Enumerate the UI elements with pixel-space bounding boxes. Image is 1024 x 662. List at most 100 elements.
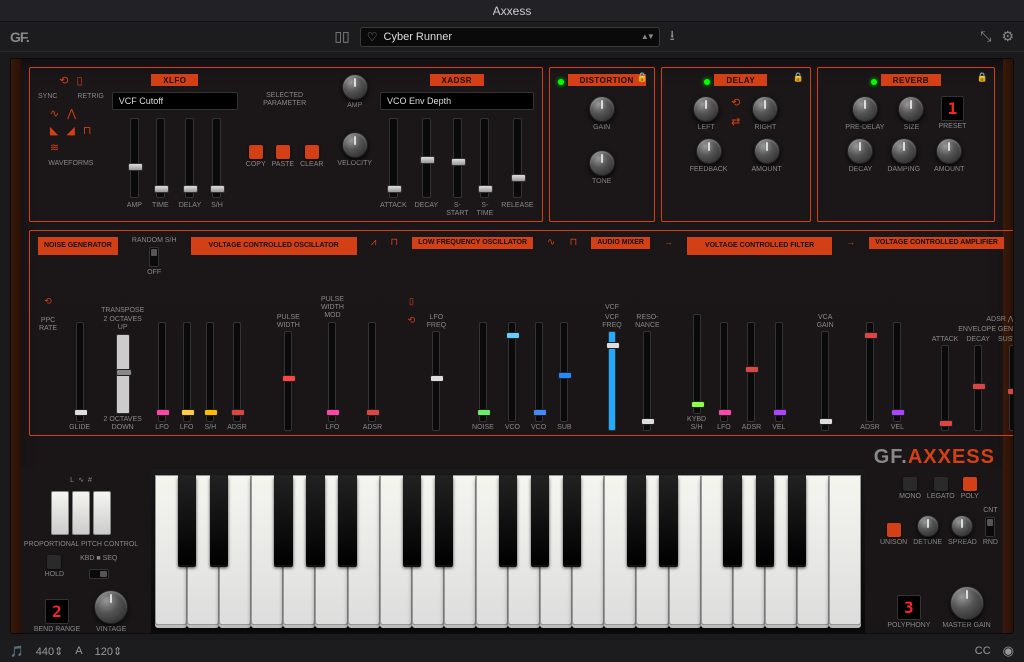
sync-icon[interactable]: ⟲ <box>731 96 740 109</box>
black-key[interactable] <box>788 475 806 565</box>
delay-right-knob[interactable] <box>752 96 778 122</box>
black-key[interactable] <box>306 475 324 565</box>
link-icon[interactable]: ⇄ <box>731 115 740 128</box>
mix-sub-slider[interactable] <box>560 322 568 422</box>
tri-wave-icon[interactable]: ⋀ <box>67 107 76 120</box>
adsr-attack-slider[interactable] <box>941 345 949 431</box>
reverb-damping-knob[interactable] <box>891 138 917 164</box>
kbd-seq-switch[interactable] <box>89 569 109 579</box>
master-gain-knob[interactable] <box>950 586 984 620</box>
black-key[interactable] <box>531 475 549 565</box>
delay-feedback-knob[interactable] <box>696 138 722 164</box>
xadsr-display[interactable]: VCO Env Depth <box>380 92 534 110</box>
mono-button[interactable] <box>903 477 917 491</box>
delay-amount-knob[interactable] <box>754 138 780 164</box>
fine-tune-value[interactable]: 120⇕ <box>95 645 123 658</box>
reverb-size-knob[interactable] <box>898 96 924 122</box>
sync-icon[interactable]: ⟲ <box>59 74 68 87</box>
transpose-slider[interactable] <box>116 334 130 414</box>
vcf-reso-slider[interactable] <box>643 331 651 431</box>
collapse-icon[interactable]: ⤡ <box>980 28 991 45</box>
prev-preset-icon[interactable]: ▯▯ <box>334 28 349 45</box>
lock-icon[interactable]: 🔒 <box>793 72 804 83</box>
tuning-value[interactable]: 440⇕ <box>36 645 64 658</box>
vcf-kybd-slider[interactable] <box>693 314 701 414</box>
piano-keyboard[interactable] <box>155 475 861 625</box>
mix-vco2-slider[interactable] <box>535 322 543 422</box>
reverb-predelay-knob[interactable] <box>852 96 878 122</box>
black-key[interactable] <box>274 475 292 565</box>
sine-wave-icon[interactable]: ∿ <box>50 107 59 120</box>
vca-gain-slider[interactable] <box>821 331 829 431</box>
black-key[interactable] <box>499 475 517 565</box>
vca-adsr-slider[interactable] <box>866 322 874 422</box>
white-key[interactable] <box>829 475 861 625</box>
paste-button[interactable] <box>276 145 290 159</box>
black-key[interactable] <box>435 475 453 565</box>
reverb-amount-knob[interactable] <box>936 138 962 164</box>
xadsr-attack-slider[interactable] <box>389 118 398 198</box>
dist-tone-knob[interactable] <box>589 150 615 176</box>
midi-icon[interactable]: ◉ <box>1003 643 1014 659</box>
ppc-sharp-button[interactable] <box>93 491 111 535</box>
poly-button[interactable] <box>963 477 977 491</box>
vco-adsr-slider[interactable] <box>233 322 241 422</box>
midi-cc-label[interactable]: CC <box>975 645 991 657</box>
lock-icon[interactable]: 🔒 <box>637 72 648 83</box>
square-icon[interactable]: ⊓ <box>390 237 398 248</box>
xadsr-vel-knob[interactable] <box>342 132 368 158</box>
saw-icon[interactable]: ⩘ <box>371 237 377 248</box>
vco-lfo1-slider[interactable] <box>158 322 166 422</box>
polyphony-display[interactable]: 3 <box>897 595 921 620</box>
preset-selector[interactable]: ♡ Cyber Runner ▲▼ <box>360 27 660 47</box>
black-key[interactable] <box>403 475 421 565</box>
xadsr-release-slider[interactable] <box>513 118 522 198</box>
black-key[interactable] <box>210 475 228 565</box>
favorite-icon[interactable]: ♡ <box>367 30 378 44</box>
xlfo-display[interactable]: VCF Cutoff <box>112 92 238 110</box>
black-key[interactable] <box>627 475 645 565</box>
vintage-knob[interactable] <box>94 590 128 624</box>
xlfo-delay-slider[interactable] <box>185 118 194 198</box>
pwm-adsr-slider[interactable] <box>368 322 376 422</box>
hold-button[interactable] <box>47 555 61 569</box>
adsr-sustain-slider[interactable] <box>1009 345 1014 431</box>
vcf-vel-slider[interactable] <box>775 322 783 422</box>
clear-button[interactable] <box>305 145 319 159</box>
xadsr-sstart-slider[interactable] <box>453 118 462 198</box>
adsr-decay-slider[interactable] <box>974 345 982 431</box>
square-wave-icon[interactable]: ⊓ <box>83 124 92 137</box>
xlfo-sh-slider[interactable] <box>212 118 221 198</box>
vcf-freq-slider[interactable] <box>608 331 616 431</box>
ppc-vibrato-button[interactable] <box>72 491 90 535</box>
mix-vco1-slider[interactable] <box>508 322 516 422</box>
xadsr-amp-knob[interactable] <box>342 74 368 100</box>
vcf-lfo-slider[interactable] <box>720 322 728 422</box>
download-icon[interactable]: ⭳ <box>670 25 675 49</box>
ppc-flat-button[interactable] <box>51 491 69 535</box>
unison-button[interactable] <box>887 523 901 537</box>
glide-slider[interactable] <box>76 322 84 422</box>
spread-knob[interactable] <box>951 515 973 537</box>
black-key[interactable] <box>723 475 741 565</box>
lock-icon[interactable]: 🔒 <box>977 72 988 83</box>
xlfo-amp-slider[interactable] <box>130 118 139 198</box>
bend-range-display[interactable]: 2 <box>45 599 69 624</box>
lfo-freq-slider[interactable] <box>432 331 440 431</box>
cnt-rnd-switch[interactable] <box>985 517 995 537</box>
delay-left-knob[interactable] <box>693 96 719 122</box>
pwm-lfo-slider[interactable] <box>328 322 336 422</box>
xadsr-stime-slider[interactable] <box>480 118 489 198</box>
black-key[interactable] <box>659 475 677 565</box>
noise-wave-icon[interactable]: ≋ <box>50 141 59 154</box>
black-key[interactable] <box>178 475 196 565</box>
black-key[interactable] <box>563 475 581 565</box>
vco-lfo2-slider[interactable] <box>183 322 191 422</box>
random-switch[interactable] <box>149 247 159 267</box>
detune-knob[interactable] <box>917 515 939 537</box>
vca-vel-slider[interactable] <box>893 322 901 422</box>
vcf-adsr-slider[interactable] <box>747 322 755 422</box>
pw-slider[interactable] <box>284 331 292 431</box>
tuning-fork-icon[interactable]: 🎵 <box>10 645 24 658</box>
xlfo-time-slider[interactable] <box>156 118 165 198</box>
